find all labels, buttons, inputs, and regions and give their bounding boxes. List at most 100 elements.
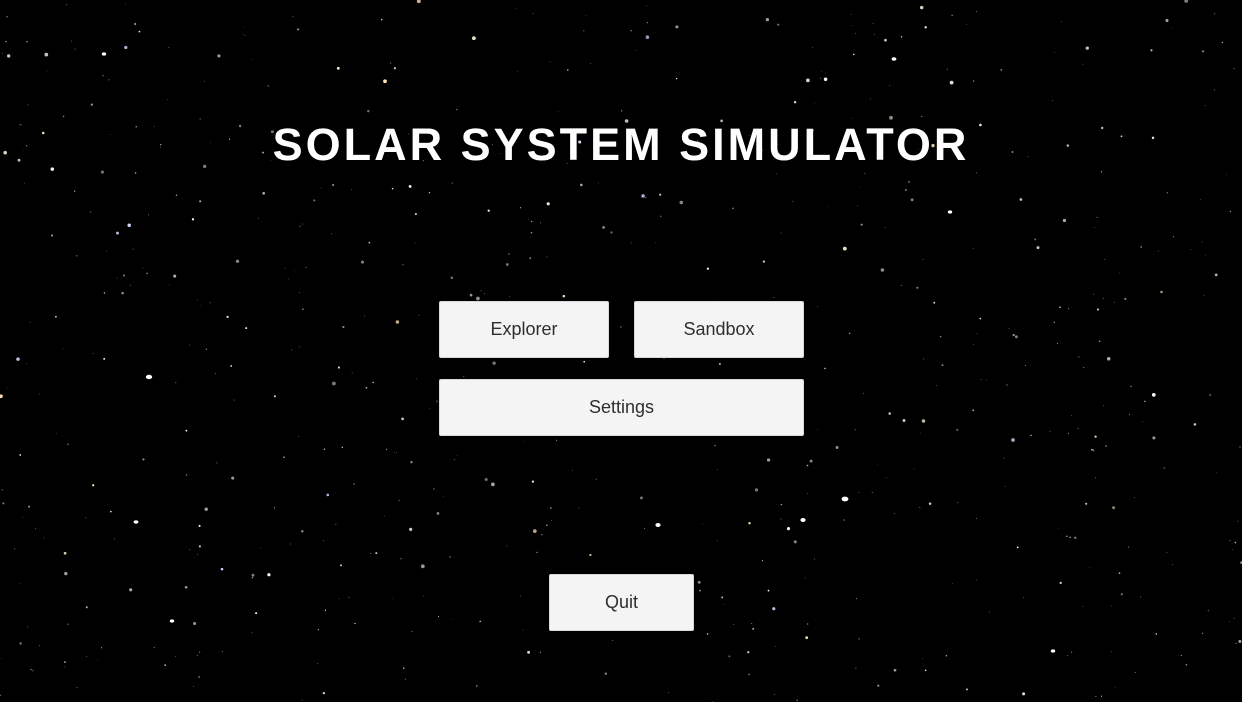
star xyxy=(1170,27,1172,29)
star xyxy=(204,80,205,82)
star xyxy=(884,226,886,228)
star xyxy=(806,464,809,467)
star xyxy=(226,315,229,319)
star xyxy=(809,459,813,463)
star xyxy=(716,540,718,542)
star xyxy=(517,70,518,72)
star xyxy=(365,386,368,389)
star xyxy=(105,250,107,252)
star xyxy=(299,292,301,293)
star xyxy=(103,292,106,294)
star xyxy=(1096,216,1098,218)
star xyxy=(184,585,188,589)
settings-button[interactable]: Settings xyxy=(439,379,804,436)
star xyxy=(767,589,770,592)
star xyxy=(25,363,27,364)
star xyxy=(1004,486,1006,487)
star xyxy=(966,24,967,25)
star xyxy=(1190,249,1192,251)
star xyxy=(1052,100,1053,101)
star xyxy=(339,598,340,600)
star xyxy=(134,22,137,26)
star xyxy=(546,202,550,206)
star xyxy=(872,23,874,24)
star xyxy=(393,67,397,70)
star xyxy=(449,556,451,558)
star xyxy=(122,274,126,277)
star xyxy=(198,676,200,678)
star xyxy=(186,474,188,476)
quit-button[interactable]: Quit xyxy=(549,574,694,631)
star xyxy=(1237,520,1239,522)
sandbox-button[interactable]: Sandbox xyxy=(634,301,804,358)
star xyxy=(436,512,440,515)
star xyxy=(222,651,223,652)
star xyxy=(908,181,910,183)
star xyxy=(835,446,839,449)
star xyxy=(302,223,303,225)
star xyxy=(1140,596,1141,598)
bright-star xyxy=(145,374,153,380)
star xyxy=(1094,435,1097,438)
explorer-button[interactable]: Explorer xyxy=(439,301,609,358)
star xyxy=(1158,250,1160,252)
star xyxy=(774,694,775,696)
star xyxy=(273,395,276,398)
star xyxy=(1185,663,1188,666)
star xyxy=(197,299,198,301)
star xyxy=(540,222,542,224)
star xyxy=(27,104,29,106)
bright-star xyxy=(800,518,806,522)
star xyxy=(702,523,703,525)
star xyxy=(951,14,953,16)
star xyxy=(1120,593,1123,596)
bright-star xyxy=(655,523,661,527)
star xyxy=(558,111,559,113)
star xyxy=(63,551,67,555)
star xyxy=(90,211,92,213)
star xyxy=(393,451,395,453)
star xyxy=(292,16,294,18)
star xyxy=(706,267,710,270)
star xyxy=(456,454,458,456)
star xyxy=(491,482,495,487)
bright-star xyxy=(891,57,897,61)
star xyxy=(1229,621,1231,622)
star xyxy=(351,372,353,374)
star xyxy=(1008,327,1010,329)
star xyxy=(28,505,31,508)
star xyxy=(1112,506,1116,510)
star xyxy=(1011,438,1015,442)
star xyxy=(1102,298,1104,299)
star xyxy=(524,440,526,442)
star xyxy=(766,458,771,462)
star xyxy=(1067,655,1069,656)
star xyxy=(660,215,662,217)
star xyxy=(1053,321,1055,323)
star xyxy=(1054,51,1055,53)
star xyxy=(456,109,458,111)
star xyxy=(129,284,131,286)
star xyxy=(894,513,895,514)
star xyxy=(919,432,921,434)
star xyxy=(198,545,201,548)
star xyxy=(1184,0,1189,3)
star xyxy=(1000,68,1003,71)
star xyxy=(351,189,353,191)
star xyxy=(64,571,68,576)
star xyxy=(941,364,944,367)
star xyxy=(922,259,924,261)
star xyxy=(530,231,533,234)
star xyxy=(484,478,488,481)
star xyxy=(1083,367,1085,369)
star xyxy=(1124,297,1127,301)
star xyxy=(921,116,923,117)
star xyxy=(1160,290,1163,294)
star xyxy=(780,518,782,520)
star xyxy=(1098,340,1101,343)
star xyxy=(821,70,823,72)
star xyxy=(205,348,207,350)
star xyxy=(1114,687,1116,689)
star xyxy=(390,62,392,64)
star xyxy=(5,40,7,43)
